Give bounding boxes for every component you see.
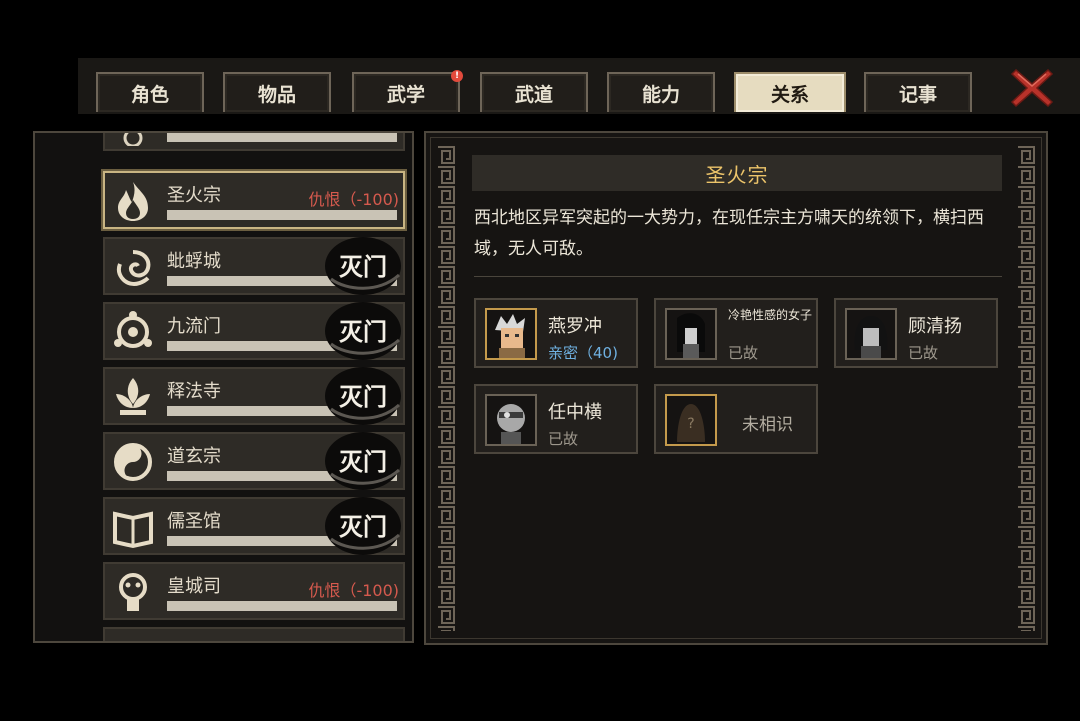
sect-list-item[interactable]: 道玄宗 灭门 <box>103 432 405 490</box>
tab-relations[interactable]: 关系 <box>734 72 846 112</box>
sect-name: 道玄宗 <box>167 446 221 467</box>
seal-text: 灭门 <box>339 253 387 281</box>
sect-list-item[interactable]: 蚍蜉城 灭门 <box>103 237 405 295</box>
avatar: ? <box>665 394 717 446</box>
sect-list-item-partial[interactable] <box>103 133 405 151</box>
sect-list-item-partial[interactable] <box>103 627 405 641</box>
sect-name: 蚍蜉城 <box>167 251 221 272</box>
unknown-mark: ? <box>687 416 694 432</box>
member-name: 顾清扬 <box>908 316 962 337</box>
relation-bar <box>167 210 397 220</box>
mask-emblem-icon <box>119 573 147 611</box>
taiji-emblem-icon <box>114 443 152 481</box>
tab-label: 能力 <box>641 83 680 106</box>
tab-label: 关系 <box>770 83 809 106</box>
sect-emblem-icon <box>123 133 143 146</box>
relation-bar <box>167 601 397 611</box>
member-name: 燕罗冲 <box>548 316 602 337</box>
fret-border-ornament <box>1016 145 1036 631</box>
book-emblem-icon <box>113 511 153 549</box>
sect-name: 释法寺 <box>167 381 221 402</box>
avatar <box>485 394 537 446</box>
destroyed-seal-icon: 灭门 <box>325 302 401 360</box>
tab-label: 武学 <box>386 83 425 106</box>
member-card[interactable]: 燕罗冲 亲密（40) <box>474 298 638 368</box>
avatar <box>665 308 717 360</box>
tab-label: 角色 <box>130 83 169 106</box>
sect-name: 九流门 <box>167 316 221 337</box>
tab-abilities[interactable]: 能力 <box>607 72 715 112</box>
tab-journal[interactable]: 记事 <box>864 72 972 112</box>
member-card[interactable]: 任中横 已故 <box>474 384 638 454</box>
tab-martial-arts[interactable]: 武学! <box>352 70 463 112</box>
seal-text: 灭门 <box>339 318 387 346</box>
close-icon[interactable] <box>1010 66 1054 110</box>
sect-list-item[interactable]: 释法寺 灭门 <box>103 367 405 425</box>
member-status: 已故 <box>548 430 579 448</box>
sect-list-item[interactable]: 圣火宗 仇恨（-100) <box>103 171 405 229</box>
sect-name: 圣火宗 <box>167 185 221 206</box>
sect-title: 圣火宗 <box>472 155 1002 191</box>
member-card[interactable]: 冷艳性感的女子 已故 <box>654 298 818 368</box>
member-card-unknown[interactable]: ? 未相识 <box>654 384 818 454</box>
member-status: 亲密（40) <box>548 344 618 362</box>
avatar <box>485 308 537 360</box>
member-card[interactable]: 顾清扬 已故 <box>834 298 998 368</box>
member-name: 任中横 <box>548 402 602 423</box>
sect-detail-panel: 圣火宗 西北地区异军突起的一大势力，在现任宗主方啸天的统领下，横扫西域，无人可敌… <box>424 131 1048 645</box>
portrait-icon <box>677 313 705 358</box>
destroyed-seal-icon: 灭门 <box>325 432 401 490</box>
portrait-icon <box>497 404 525 444</box>
fret-border-ornament <box>436 145 456 631</box>
sect-description: 西北地区异军突起的一大势力，在现任宗主方啸天的统领下，横扫西域，无人可敌。 <box>474 208 984 259</box>
tab-label: 物品 <box>257 83 296 106</box>
member-status: 已故 <box>728 344 759 362</box>
tab-character[interactable]: 角色 <box>96 72 204 112</box>
seal-text: 灭门 <box>339 513 387 541</box>
destroyed-seal-icon: 灭门 <box>325 497 401 555</box>
sect-list-panel[interactable]: 圣火宗 仇恨（-100) 蚍蜉城 灭门 九流门 灭门 释法寺 灭门 道玄宗 灭门… <box>33 131 414 643</box>
avatar <box>845 308 897 360</box>
relation-status: 仇恨（-100) <box>308 190 399 209</box>
unknown-silhouette-icon: ? <box>677 404 705 442</box>
relation-status: 仇恨（-100) <box>308 581 399 600</box>
sect-name: 儒圣馆 <box>167 511 221 532</box>
flame-emblem-icon <box>118 182 148 221</box>
lotus-emblem-icon <box>116 378 150 415</box>
swirl-emblem-icon <box>117 250 151 287</box>
sect-list-item[interactable]: 九流门 灭门 <box>103 302 405 360</box>
seal-text: 灭门 <box>339 448 387 476</box>
portrait-icon <box>495 314 525 358</box>
member-name: 冷艳性感的女子 <box>728 308 813 322</box>
sect-list-item[interactable]: 皇城司 仇恨（-100) <box>103 562 405 620</box>
tab-items[interactable]: 物品 <box>223 72 331 112</box>
sect-name: 皇城司 <box>167 576 221 597</box>
knot-emblem-icon <box>114 311 152 348</box>
member-unknown-label: 未相识 <box>742 415 793 435</box>
divider <box>474 276 1002 277</box>
notification-badge: ! <box>451 70 463 82</box>
relation-bar <box>167 133 397 142</box>
destroyed-seal-icon: 灭门 <box>325 237 401 295</box>
tab-label: 记事 <box>898 83 937 106</box>
member-status: 已故 <box>908 344 939 362</box>
portrait-icon <box>854 316 888 358</box>
sect-list-item[interactable]: 儒圣馆 灭门 <box>103 497 405 555</box>
destroyed-seal-icon: 灭门 <box>325 367 401 425</box>
seal-text: 灭门 <box>339 383 387 411</box>
tab-label: 武道 <box>514 83 553 106</box>
tab-martial-way[interactable]: 武道 <box>480 72 588 112</box>
